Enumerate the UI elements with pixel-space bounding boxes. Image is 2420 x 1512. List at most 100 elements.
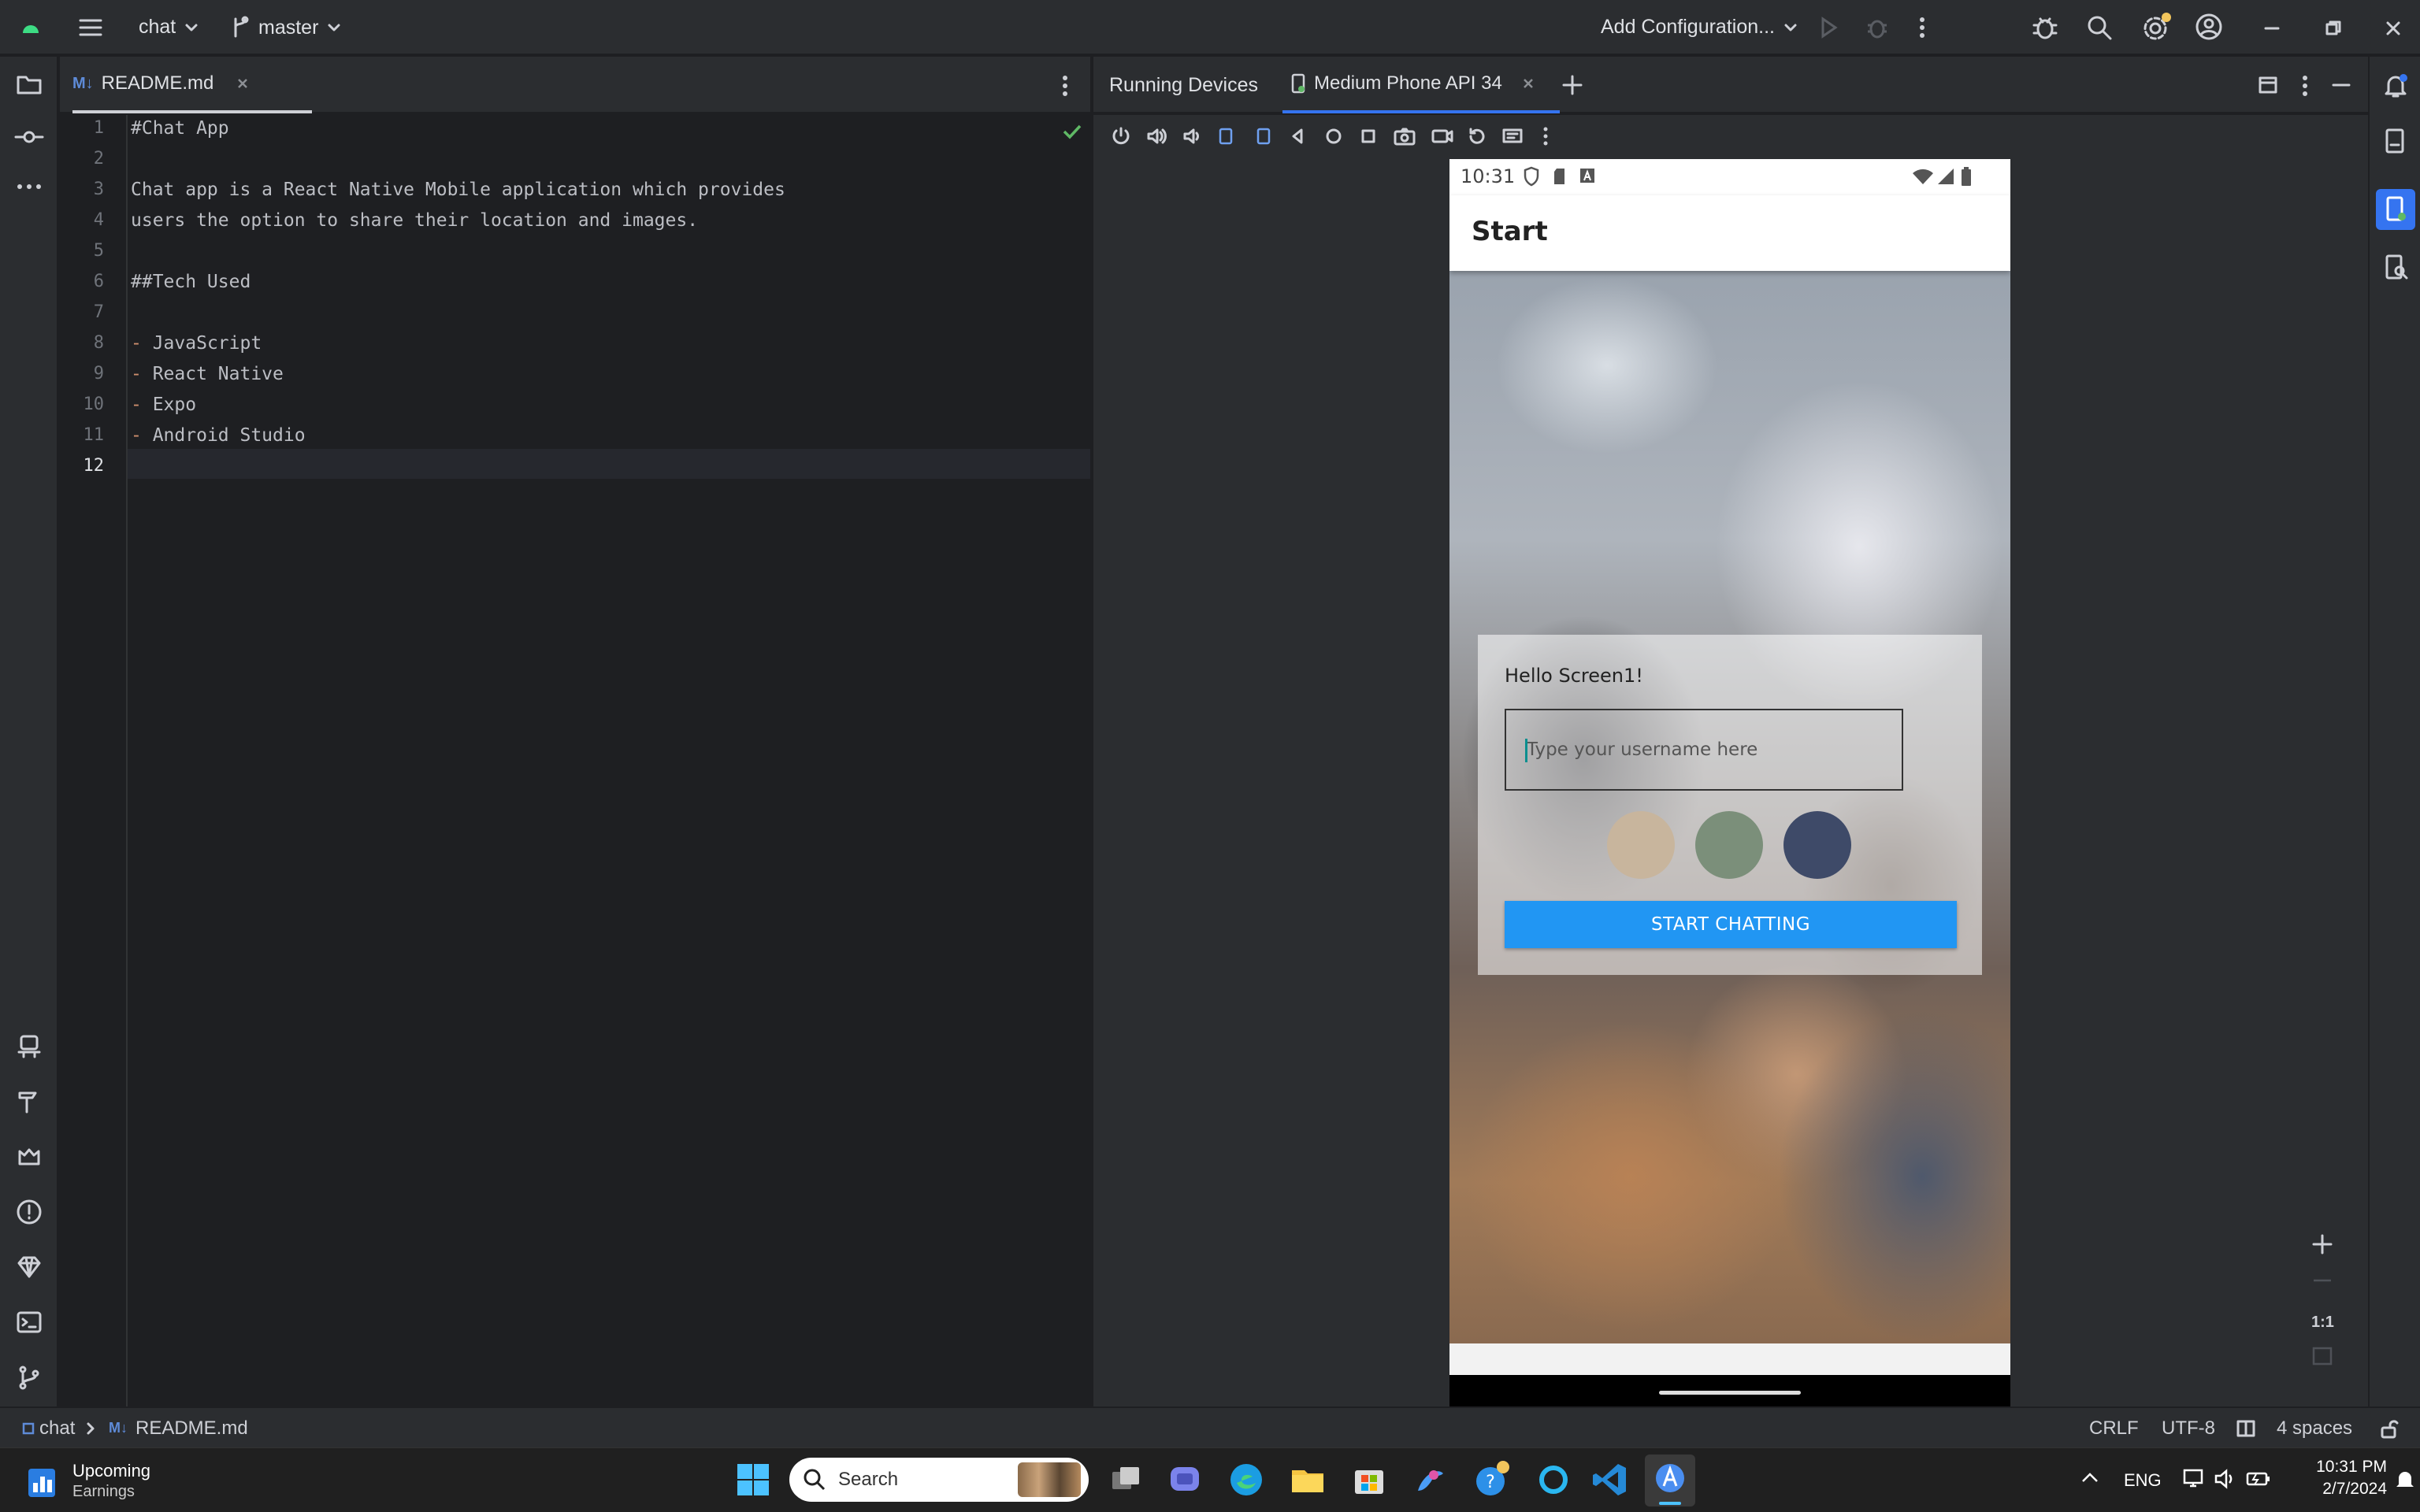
- phone-screen[interactable]: 10:31 Start Hello Screen1! START CHATTIN…: [1449, 159, 2010, 1406]
- rotate-left-icon[interactable]: [1216, 126, 1237, 146]
- snapshot-restore-icon[interactable]: [1467, 126, 1487, 146]
- logcat-icon[interactable]: [16, 1143, 43, 1170]
- zoom-fit-icon[interactable]: [2311, 1345, 2333, 1367]
- hide-panel-icon[interactable]: [2330, 76, 2352, 94]
- color-swatch-green[interactable]: [1695, 811, 1763, 879]
- show-hidden-icons-chevron[interactable]: [2080, 1470, 2100, 1486]
- close-tab-icon[interactable]: [236, 76, 250, 91]
- close-tab-icon[interactable]: [1521, 76, 1535, 91]
- panel-options-icon[interactable]: [2299, 72, 2311, 99]
- gemini-gem-icon[interactable]: [16, 1254, 43, 1280]
- input-language[interactable]: ENG: [2124, 1470, 2162, 1491]
- widgets-earnings[interactable]: Upcoming Earnings: [27, 1461, 255, 1503]
- project-selector[interactable]: chat: [139, 16, 199, 39]
- battery-charging-icon[interactable]: [2245, 1467, 2272, 1491]
- code-line: Chat app is a React Native Mobile applic…: [131, 180, 785, 200]
- windows-taskbar: Upcoming Earnings Search ? ENG 10:31 PM …: [0, 1447, 2420, 1512]
- problems-icon[interactable]: [16, 1199, 43, 1225]
- running-devices-title: Running Devices: [1109, 74, 1258, 96]
- microsoft-store-icon[interactable]: [1349, 1459, 1390, 1500]
- run-configuration-selector[interactable]: Add Configuration...: [1601, 16, 1798, 39]
- more-actions-icon[interactable]: [1914, 14, 1930, 41]
- editor-options-icon[interactable]: [1057, 72, 1073, 99]
- title-bar: chat master Add Configuration...: [0, 0, 2420, 55]
- screen-record-icon[interactable]: [1431, 126, 1454, 146]
- more-tools-icon[interactable]: [14, 181, 44, 192]
- running-devices-toggle[interactable]: [2376, 189, 2415, 230]
- project-folder-icon[interactable]: [16, 72, 43, 96]
- volume-up-icon[interactable]: [1145, 126, 1167, 146]
- search-icon[interactable]: [2086, 14, 2113, 41]
- version-control-icon[interactable]: [16, 1364, 43, 1391]
- line-number: 8: [93, 333, 104, 353]
- reader-mode-icon[interactable]: [2236, 1419, 2256, 1438]
- volume-icon[interactable]: [2214, 1467, 2237, 1491]
- more-emulator-options-icon[interactable]: [1539, 124, 1552, 148]
- start-chatting-button[interactable]: START CHATTING: [1505, 901, 1957, 948]
- android-studio-taskbar-item[interactable]: [1645, 1455, 1695, 1506]
- notifications-bell-icon[interactable]: [2382, 72, 2409, 99]
- unlock-icon[interactable]: [2379, 1419, 2400, 1440]
- color-swatch-navy[interactable]: [1783, 811, 1851, 879]
- screenshot-camera-icon[interactable]: [1393, 126, 1416, 146]
- layout-inspector-icon[interactable]: [2382, 254, 2409, 280]
- signal-icon: [1938, 169, 1954, 184]
- run-icon[interactable]: [1818, 16, 1839, 39]
- vscode-icon[interactable]: [1590, 1459, 1631, 1500]
- breadcrumb-project[interactable]: chat: [39, 1418, 75, 1440]
- debug-icon[interactable]: [1865, 16, 1889, 39]
- home-icon[interactable]: [1323, 126, 1344, 146]
- add-device-icon[interactable]: [1561, 74, 1583, 96]
- text-cursor: [1525, 739, 1527, 762]
- breadcrumb-file[interactable]: README.md: [135, 1418, 248, 1440]
- branch-selector[interactable]: master: [230, 16, 342, 39]
- device-manager-icon[interactable]: [16, 1033, 43, 1060]
- main-menu-icon[interactable]: [77, 16, 104, 39]
- edge-browser-icon[interactable]: [1226, 1459, 1267, 1500]
- line-number: 9: [93, 364, 104, 384]
- account-icon[interactable]: [2195, 13, 2223, 41]
- zoom-actual-size[interactable]: 1:1: [2311, 1314, 2334, 1332]
- network-icon[interactable]: [2182, 1467, 2206, 1491]
- zoom-out-icon[interactable]: [2311, 1269, 2333, 1292]
- layout-window-icon[interactable]: [2258, 76, 2278, 94]
- list-item-text: React Native: [141, 364, 284, 384]
- close-window-icon[interactable]: [2384, 19, 2403, 38]
- cortana-ring-icon[interactable]: [1533, 1459, 1574, 1500]
- extended-controls-icon[interactable]: [1501, 126, 1525, 146]
- color-swatch-beige[interactable]: [1607, 811, 1675, 879]
- settings-gear-icon[interactable]: [2141, 11, 2173, 43]
- tab-readme[interactable]: M↓ README.md: [72, 57, 312, 113]
- minimize-icon[interactable]: [2262, 19, 2281, 38]
- notification-bell-icon[interactable]: [2395, 1467, 2415, 1491]
- restore-icon[interactable]: [2324, 19, 2343, 38]
- paint-icon[interactable]: [1410, 1459, 1451, 1500]
- volume-down-icon[interactable]: [1182, 126, 1202, 146]
- task-view-icon[interactable]: [1106, 1459, 1147, 1500]
- teams-chat-icon[interactable]: [1164, 1459, 1205, 1500]
- gesture-handle[interactable]: [1659, 1391, 1801, 1395]
- app-inspection-bug-icon[interactable]: [2031, 14, 2059, 41]
- device-file-explorer-icon[interactable]: [2382, 128, 2409, 154]
- zoom-in-icon[interactable]: [2311, 1233, 2333, 1255]
- indent-setting[interactable]: 4 spaces: [2277, 1418, 2352, 1440]
- clock-time[interactable]: 10:31 PM: [2294, 1458, 2387, 1477]
- rotate-right-icon[interactable]: [1253, 126, 1273, 146]
- clock-date[interactable]: 2/7/2024: [2294, 1480, 2387, 1499]
- power-icon[interactable]: [1111, 126, 1131, 146]
- back-icon[interactable]: [1289, 126, 1308, 146]
- username-input[interactable]: [1505, 709, 1903, 791]
- no-problems-check-icon: [1063, 124, 1082, 139]
- get-help-icon[interactable]: ?: [1472, 1459, 1512, 1500]
- file-encoding[interactable]: UTF-8: [2162, 1418, 2215, 1440]
- tab-device[interactable]: Medium Phone API 34: [1282, 57, 1560, 113]
- build-hammer-icon[interactable]: [16, 1088, 43, 1115]
- file-explorer-icon[interactable]: [1287, 1459, 1328, 1500]
- terminal-icon[interactable]: [16, 1309, 43, 1336]
- commit-icon[interactable]: [14, 129, 44, 145]
- overview-icon[interactable]: [1358, 126, 1379, 146]
- taskbar-search-box[interactable]: Search: [789, 1458, 1089, 1502]
- windows-start-icon[interactable]: [733, 1459, 774, 1500]
- code-editor[interactable]: 1 #Chat App 2 3 Chat app is a React Nati…: [60, 115, 1090, 1406]
- line-separator[interactable]: CRLF: [2089, 1418, 2139, 1440]
